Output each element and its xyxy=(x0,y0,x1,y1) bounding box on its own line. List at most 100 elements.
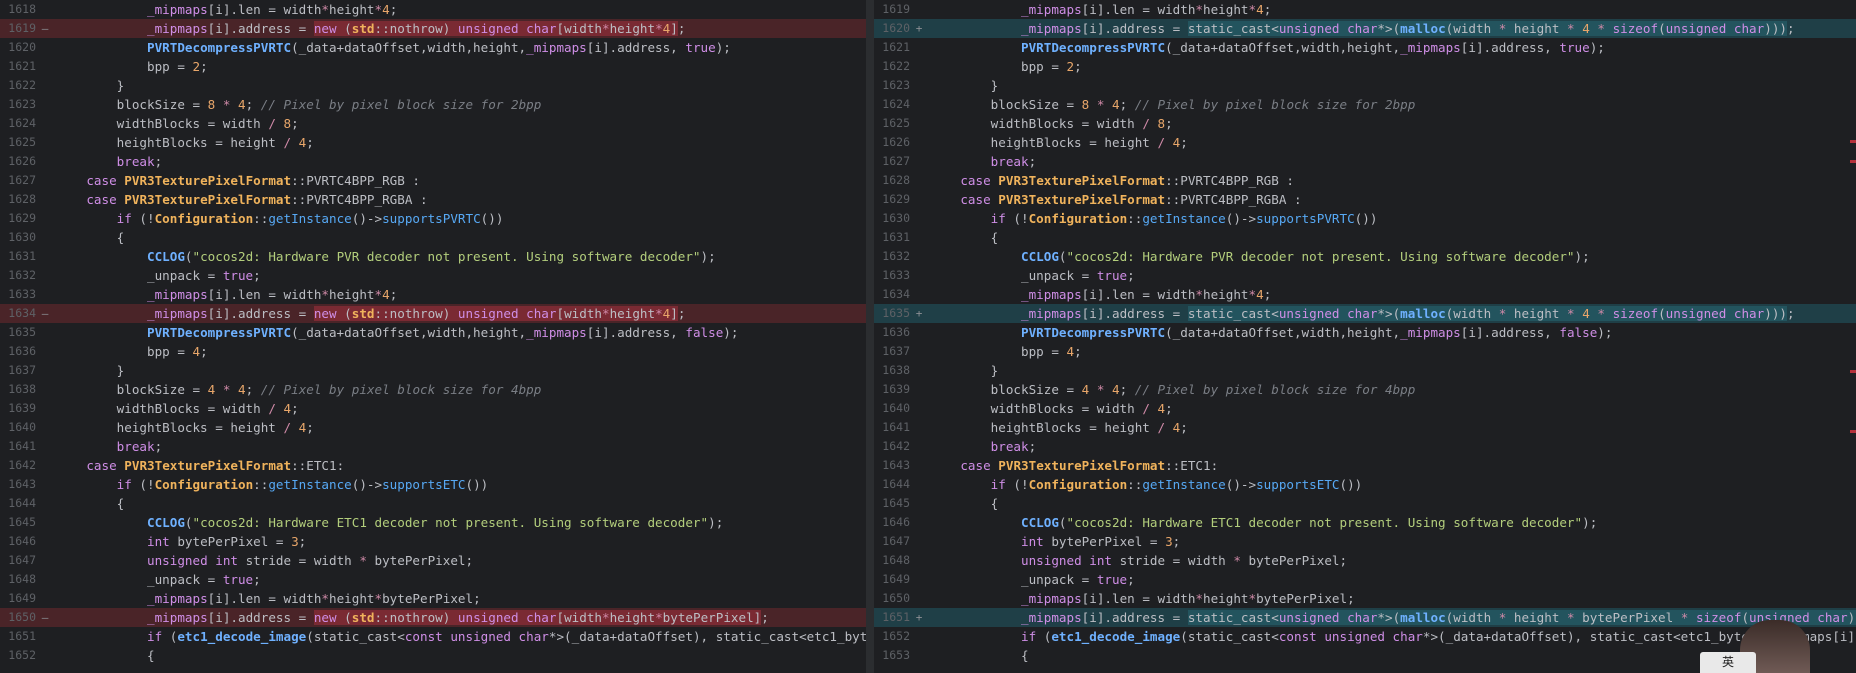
code-text[interactable]: break; xyxy=(56,152,163,171)
code-text[interactable]: case PVR3TexturePixelFormat::PVRTC4BPP_R… xyxy=(930,190,1301,209)
code-line[interactable]: 1638 } xyxy=(874,361,1856,380)
code-text[interactable]: } xyxy=(56,361,125,380)
added-line[interactable]: 1635 + _mipmaps[i].address = static_cast<… xyxy=(874,304,1856,323)
code-line[interactable]: 1643 case PVR3TexturePixelFormat::ETC1: xyxy=(874,456,1856,475)
code-text[interactable]: case PVR3TexturePixelFormat::PVRTC4BPP_R… xyxy=(930,171,1294,190)
code-text[interactable]: _mipmaps[i].address = new (std::nothrow)… xyxy=(56,608,769,627)
code-line[interactable]: 1631 CCLOG("cocos2d: Hardware PVR decode… xyxy=(0,247,866,266)
code-text[interactable]: blockSize = 8 * 4; // Pixel by pixel blo… xyxy=(56,95,542,114)
code-line[interactable]: 1642 case PVR3TexturePixelFormat::ETC1: xyxy=(0,456,866,475)
code-text[interactable]: if (!Configuration::getInstance()->suppo… xyxy=(56,209,504,228)
code-line[interactable]: 1646 CCLOG("cocos2d: Hardware ETC1 decod… xyxy=(874,513,1856,532)
code-text[interactable]: PVRTDecompressPVRTC(_data+dataOffset,wid… xyxy=(930,38,1605,57)
code-text[interactable]: heightBlocks = height / 4; xyxy=(56,133,314,152)
code-line[interactable]: 1632 _unpack = true; xyxy=(0,266,866,285)
code-line[interactable]: 1622 } xyxy=(0,76,866,95)
code-line[interactable]: 1637 bpp = 4; xyxy=(874,342,1856,361)
code-text[interactable]: PVRTDecompressPVRTC(_data+dataOffset,wid… xyxy=(56,38,731,57)
code-text[interactable]: int bytePerPixel = 3; xyxy=(930,532,1180,551)
code-line[interactable]: 1624 blockSize = 8 * 4; // Pixel by pixe… xyxy=(874,95,1856,114)
code-text[interactable]: heightBlocks = height / 4; xyxy=(56,418,314,437)
code-line[interactable]: 1641 heightBlocks = height / 4; xyxy=(874,418,1856,437)
code-text[interactable]: if (etc1_decode_image(static_cast<const … xyxy=(930,627,1856,646)
code-text[interactable]: _unpack = true; xyxy=(930,266,1135,285)
code-line[interactable]: 1644 if (!Configuration::getInstance()->… xyxy=(874,475,1856,494)
code-text[interactable]: unsigned int stride = width * bytePerPix… xyxy=(56,551,473,570)
code-text[interactable]: { xyxy=(56,494,125,513)
scroll-change-marker[interactable] xyxy=(1850,160,1856,163)
code-line[interactable]: 1629 if (!Configuration::getInstance()->… xyxy=(0,209,866,228)
revert-change-icon[interactable]: — xyxy=(40,608,50,627)
code-line[interactable]: 1646 int bytePerPixel = 3; xyxy=(0,532,866,551)
code-line[interactable]: 1627 case PVR3TexturePixelFormat::PVRTC4… xyxy=(0,171,866,190)
code-text[interactable]: bpp = 2; xyxy=(56,57,208,76)
code-line[interactable]: 1640 widthBlocks = width / 4; xyxy=(874,399,1856,418)
code-text[interactable]: _mipmaps[i].address = new (std::nothrow)… xyxy=(56,304,685,323)
code-line[interactable]: 1633 _mipmaps[i].len = width*height*4; xyxy=(0,285,866,304)
code-text[interactable]: } xyxy=(930,361,999,380)
code-text[interactable]: _unpack = true; xyxy=(56,570,261,589)
code-text[interactable]: { xyxy=(56,646,155,665)
code-line[interactable]: 1621 PVRTDecompressPVRTC(_data+dataOffse… xyxy=(874,38,1856,57)
code-line[interactable]: 1624 widthBlocks = width / 8; xyxy=(0,114,866,133)
code-text[interactable]: widthBlocks = width / 8; xyxy=(56,114,299,133)
code-line[interactable]: 1642 break; xyxy=(874,437,1856,456)
code-line[interactable]: 1626 break; xyxy=(0,152,866,171)
revert-change-icon[interactable]: — xyxy=(40,19,50,38)
code-line[interactable]: 1634 _mipmaps[i].len = width*height*4; xyxy=(874,285,1856,304)
code-line[interactable]: 1648 _unpack = true; xyxy=(0,570,866,589)
code-line[interactable]: 1635 PVRTDecompressPVRTC(_data+dataOffse… xyxy=(0,323,866,342)
diff-splitter[interactable] xyxy=(866,0,874,673)
code-line[interactable]: 1632 CCLOG("cocos2d: Hardware PVR decode… xyxy=(874,247,1856,266)
code-text[interactable]: if (etc1_decode_image(static_cast<const … xyxy=(56,627,866,646)
code-line[interactable]: 1648 unsigned int stride = width * byteP… xyxy=(874,551,1856,570)
code-line[interactable]: 1639 blockSize = 4 * 4; // Pixel by pixe… xyxy=(874,380,1856,399)
code-text[interactable]: } xyxy=(56,76,125,95)
accept-change-icon[interactable]: + xyxy=(914,19,924,38)
code-line[interactable]: 1638 blockSize = 4 * 4; // Pixel by pixe… xyxy=(0,380,866,399)
code-text[interactable]: CCLOG("cocos2d: Hardware PVR decoder not… xyxy=(56,247,716,266)
code-text[interactable]: if (!Configuration::getInstance()->suppo… xyxy=(56,475,489,494)
code-text[interactable]: { xyxy=(930,228,999,247)
scroll-change-marker[interactable] xyxy=(1850,430,1856,433)
code-line[interactable]: 1652 if (etc1_decode_image(static_cast<c… xyxy=(874,627,1856,646)
code-text[interactable]: break; xyxy=(930,437,1037,456)
code-text[interactable]: _mipmaps[i].len = width*height*4; xyxy=(930,0,1271,19)
code-line[interactable]: 1628 case PVR3TexturePixelFormat::PVRTC4… xyxy=(0,190,866,209)
code-line[interactable]: 1620 PVRTDecompressPVRTC(_data+dataOffse… xyxy=(0,38,866,57)
code-text[interactable]: case PVR3TexturePixelFormat::ETC1: xyxy=(930,456,1218,475)
code-text[interactable]: _mipmaps[i].address = static_cast<unsign… xyxy=(930,304,1795,323)
code-line[interactable]: 1645 CCLOG("cocos2d: Hardware ETC1 decod… xyxy=(0,513,866,532)
code-line[interactable]: 1628 case PVR3TexturePixelFormat::PVRTC4… xyxy=(874,171,1856,190)
accept-change-icon[interactable]: + xyxy=(914,304,924,323)
code-text[interactable]: _mipmaps[i].len = width*height*4; xyxy=(56,285,397,304)
code-line[interactable]: 1647 int bytePerPixel = 3; xyxy=(874,532,1856,551)
code-line[interactable]: 1626 heightBlocks = height / 4; xyxy=(874,133,1856,152)
code-text[interactable]: case PVR3TexturePixelFormat::PVRTC4BPP_R… xyxy=(56,190,427,209)
code-text[interactable]: bpp = 2; xyxy=(930,57,1082,76)
code-text[interactable]: _mipmaps[i].len = width*height*bytePerPi… xyxy=(56,589,481,608)
code-text[interactable]: heightBlocks = height / 4; xyxy=(930,418,1188,437)
added-line[interactable]: 1620 + _mipmaps[i].address = static_cast<… xyxy=(874,19,1856,38)
code-text[interactable]: widthBlocks = width / 8; xyxy=(930,114,1173,133)
deleted-line[interactable]: 1634 — _mipmaps[i].address = new (std::no… xyxy=(0,304,866,323)
code-line[interactable]: 1629 case PVR3TexturePixelFormat::PVRTC4… xyxy=(874,190,1856,209)
code-line[interactable]: 1625 heightBlocks = height / 4; xyxy=(0,133,866,152)
code-text[interactable]: } xyxy=(930,76,999,95)
code-text[interactable]: widthBlocks = width / 4; xyxy=(56,399,299,418)
code-line[interactable]: 1652 { xyxy=(0,646,866,665)
code-line[interactable]: 1639 widthBlocks = width / 4; xyxy=(0,399,866,418)
code-text[interactable]: CCLOG("cocos2d: Hardware PVR decoder not… xyxy=(930,247,1590,266)
code-line[interactable]: 1623 blockSize = 8 * 4; // Pixel by pixe… xyxy=(0,95,866,114)
deleted-line[interactable]: 1650 — _mipmaps[i].address = new (std::no… xyxy=(0,608,866,627)
code-text[interactable]: CCLOG("cocos2d: Hardware ETC1 decoder no… xyxy=(930,513,1597,532)
code-text[interactable]: int bytePerPixel = 3; xyxy=(56,532,306,551)
code-text[interactable]: blockSize = 8 * 4; // Pixel by pixel blo… xyxy=(930,95,1416,114)
code-text[interactable]: CCLOG("cocos2d: Hardware ETC1 decoder no… xyxy=(56,513,723,532)
code-line[interactable]: 1633 _unpack = true; xyxy=(874,266,1856,285)
code-text[interactable]: bpp = 4; xyxy=(56,342,208,361)
code-line[interactable]: 1647 unsigned int stride = width * byteP… xyxy=(0,551,866,570)
code-text[interactable]: _mipmaps[i].len = width*height*bytePerPi… xyxy=(930,589,1355,608)
code-line[interactable]: 1641 break; xyxy=(0,437,866,456)
code-text[interactable]: PVRTDecompressPVRTC(_data+dataOffset,wid… xyxy=(56,323,738,342)
